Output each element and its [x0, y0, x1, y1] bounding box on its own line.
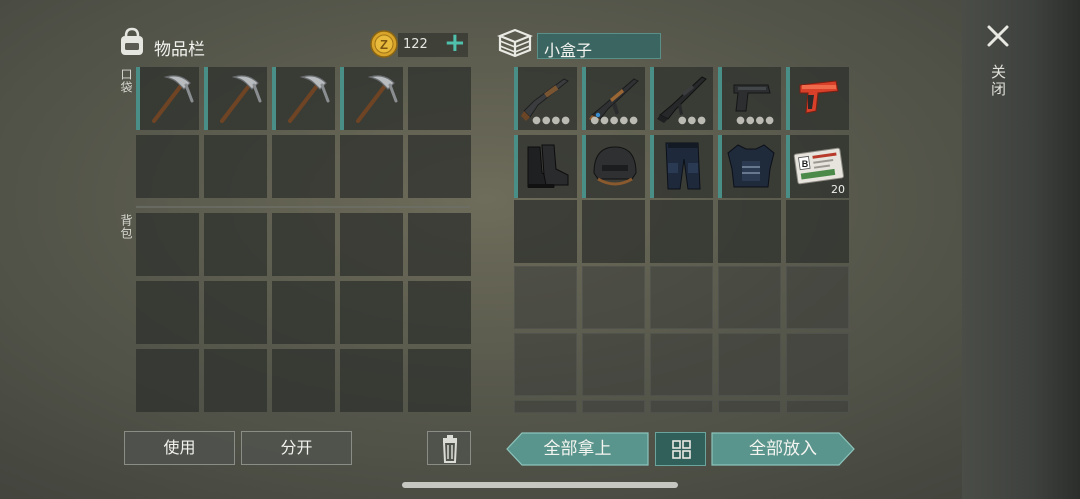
container-slot-keycard[interactable]: B 20	[786, 135, 849, 198]
container-slot-empty[interactable]	[718, 200, 781, 263]
container-name: 小盒子	[537, 33, 661, 60]
backpack-slot-empty[interactable]	[272, 281, 335, 344]
pocket-slot-pickaxe[interactable]	[204, 67, 267, 130]
container-slot-empty[interactable]	[650, 200, 713, 263]
container-slot-police-vest[interactable]	[718, 135, 781, 198]
pocket-slot-empty[interactable]	[204, 135, 267, 198]
trash-icon	[442, 435, 458, 463]
container-slot-locked	[650, 333, 713, 396]
pocket-slot-empty[interactable]	[408, 135, 471, 198]
coin-count: 122	[403, 37, 428, 52]
pocket-slot-empty[interactable]	[340, 135, 403, 198]
trash-button[interactable]	[427, 431, 471, 465]
backpack-slot-empty[interactable]	[272, 213, 335, 276]
backpack-slot-empty[interactable]	[408, 349, 471, 412]
container-slot-locked	[582, 333, 645, 396]
container-slot-assault-rifle[interactable]: ●●●●●	[582, 67, 645, 130]
container-slot-empty[interactable]	[786, 200, 849, 263]
container-slot-locked	[650, 266, 713, 329]
take-all-label: 全部拿上	[543, 439, 612, 459]
close-label[interactable]: 关闭	[988, 64, 1009, 98]
add-coins-button[interactable]: +	[444, 29, 466, 57]
put-all-label: 全部放入	[749, 439, 817, 459]
container-slot-shotgun[interactable]: ●●●●	[514, 67, 577, 130]
pocket-slot-empty[interactable]	[408, 67, 471, 130]
container-slot-empty[interactable]	[514, 200, 577, 263]
container-slot-locked	[582, 266, 645, 329]
home-indicator[interactable]	[402, 482, 678, 488]
boots-icon	[527, 144, 569, 188]
backpack-slot-empty[interactable]	[408, 213, 471, 276]
item-durability-dots: ●●●	[677, 115, 707, 126]
pocket-slot-pickaxe[interactable]	[136, 67, 199, 130]
svg-text:Z: Z	[380, 37, 388, 52]
police-pants-icon	[665, 142, 701, 190]
container-slot-locked	[786, 400, 849, 413]
pocket-slot-empty[interactable]	[136, 135, 199, 198]
put-all-button[interactable]: 全部放入	[711, 432, 855, 466]
pocket-slot-empty[interactable]	[272, 135, 335, 198]
container-slot-flare-gun[interactable]	[786, 67, 849, 130]
backpack-slot-empty[interactable]	[340, 213, 403, 276]
item-quantity: 20	[831, 183, 845, 196]
backpack-slot-empty[interactable]	[272, 349, 335, 412]
item-durability-dots: ●●●●	[736, 115, 775, 126]
container-slot-locked	[786, 333, 849, 396]
backpack-slot-empty[interactable]	[204, 349, 267, 412]
backpack-slot-empty[interactable]	[204, 281, 267, 344]
item-durability-dots: ●●●●	[532, 115, 571, 126]
pickaxe-icon	[356, 75, 398, 123]
pickaxe-icon	[220, 75, 262, 123]
backpack-slot-empty[interactable]	[136, 349, 199, 412]
use-button[interactable]: 使用	[124, 431, 235, 465]
container-slot-boots[interactable]	[514, 135, 577, 198]
backpack-slot-empty[interactable]	[136, 213, 199, 276]
container-slot-locked	[718, 333, 781, 396]
box-icon	[497, 28, 533, 58]
grid-icon	[672, 440, 691, 459]
coin-icon: Z	[370, 30, 398, 58]
backpack-slot-empty[interactable]	[408, 281, 471, 344]
container-slot-locked	[718, 266, 781, 329]
backpack-slot-empty[interactable]	[204, 213, 267, 276]
sort-grid-button[interactable]	[655, 432, 706, 466]
flare-gun-icon	[799, 80, 839, 114]
container-slot-locked	[718, 400, 781, 413]
container-slot-locked	[514, 400, 577, 413]
take-all-button[interactable]: 全部拿上	[506, 432, 649, 466]
pocket-slot-pickaxe[interactable]	[272, 67, 335, 130]
container-slot-locked	[582, 400, 645, 413]
close-icon[interactable]	[984, 22, 1012, 50]
container-slot-locked	[786, 266, 849, 329]
pickaxe-icon	[288, 75, 330, 123]
section-divider	[136, 206, 470, 208]
item-durability-dots: ●●●●●	[590, 115, 639, 126]
container-slot-police-pants[interactable]	[650, 135, 713, 198]
inventory-title: 物品栏	[154, 40, 205, 60]
container-slot-pistol[interactable]: ●●●●	[718, 67, 781, 130]
split-button[interactable]: 分开	[241, 431, 352, 465]
container-slot-empty[interactable]	[582, 200, 645, 263]
police-vest-icon	[727, 144, 775, 188]
container-slot-locked	[514, 333, 577, 396]
container-slot-locked	[650, 400, 713, 413]
backpack-slot-empty[interactable]	[136, 281, 199, 344]
pickaxe-icon	[152, 75, 194, 123]
container-slot-helmet[interactable]	[582, 135, 645, 198]
backpack-slot-empty[interactable]	[340, 281, 403, 344]
keycard-letter: B	[802, 159, 809, 169]
container-slot-m16-rifle[interactable]: ●●●	[650, 67, 713, 130]
pocket-label: 口袋	[119, 68, 133, 94]
backpack-icon	[121, 27, 143, 55]
pocket-slot-pickaxe[interactable]	[340, 67, 403, 130]
backpack-label: 背包	[119, 214, 133, 240]
container-slot-locked	[514, 266, 577, 329]
right-panel-background	[962, 0, 1080, 499]
backpack-slot-empty[interactable]	[340, 349, 403, 412]
helmet-icon	[593, 146, 637, 186]
